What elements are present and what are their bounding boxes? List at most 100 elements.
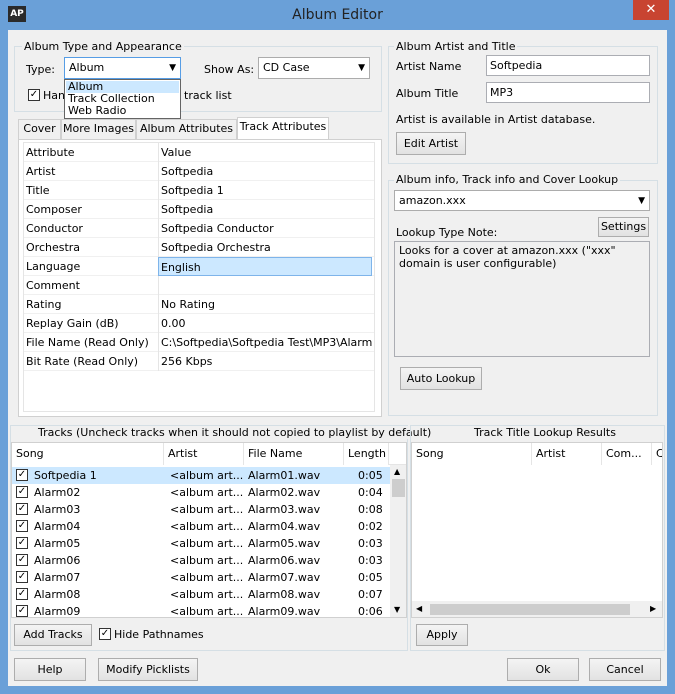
attribute-value[interactable]: Softpedia Conductor: [158, 219, 372, 238]
attribute-value[interactable]: [158, 276, 372, 295]
col-file-name[interactable]: File Name: [244, 443, 344, 465]
track-checkbox[interactable]: ✓: [16, 503, 28, 515]
track-length: 0:07: [358, 588, 383, 601]
track-checkbox[interactable]: ✓: [16, 520, 28, 532]
dropdown-option-web-radio[interactable]: Web Radio: [66, 105, 179, 117]
track-artist: <album art...: [170, 571, 244, 584]
attribute-value[interactable]: 256 Kbps: [158, 352, 372, 371]
type-dropdown-list: Album Track Collection Web Radio: [64, 79, 181, 119]
track-file: Alarm07.wav: [248, 571, 321, 584]
show-as-select[interactable]: CD Case ▼: [258, 57, 370, 79]
modify-picklists-button[interactable]: Modify Picklists: [98, 658, 198, 681]
attribute-row[interactable]: Bit Rate (Read Only) 256 Kbps: [24, 352, 374, 371]
track-length: 0:08: [358, 503, 383, 516]
track-row[interactable]: ✓ Alarm05 <album art... Alarm05.wav 0:03: [12, 535, 392, 552]
auto-lookup-button[interactable]: Auto Lookup: [400, 367, 482, 390]
title-bar[interactable]: AP Album Editor ✕: [0, 0, 675, 30]
scroll-thumb[interactable]: [430, 604, 630, 615]
attribute-value[interactable]: Softpedia: [158, 162, 372, 181]
tab-cover[interactable]: Cover: [18, 119, 61, 139]
attribute-row[interactable]: Composer Softpedia: [24, 200, 374, 219]
track-length: 0:05: [358, 571, 383, 584]
track-file: Alarm04.wav: [248, 520, 321, 533]
scroll-thumb[interactable]: [392, 479, 405, 497]
track-length: 0:04: [358, 486, 383, 499]
tab-more-images[interactable]: More Images: [61, 119, 136, 139]
edit-artist-button[interactable]: Edit Artist: [396, 132, 466, 155]
track-file: Alarm01.wav: [248, 469, 321, 482]
attribute-row[interactable]: Conductor Softpedia Conductor: [24, 219, 374, 238]
attribute-row-selected[interactable]: Language English: [24, 257, 374, 276]
track-length: 0:02: [358, 520, 383, 533]
attribute-value[interactable]: Softpedia: [158, 200, 372, 219]
album-title-input[interactable]: MP3: [486, 82, 650, 103]
track-row[interactable]: ✓ Alarm02 <album art... Alarm02.wav 0:04: [12, 484, 392, 501]
help-button[interactable]: Help: [14, 658, 86, 681]
track-checkbox[interactable]: ✓: [16, 571, 28, 583]
col-length[interactable]: Length: [344, 443, 389, 465]
track-row[interactable]: ✓ Alarm03 <album art... Alarm03.wav 0:08: [12, 501, 392, 518]
close-icon[interactable]: ✕: [633, 0, 669, 20]
attribute-value[interactable]: C:\Softpedia\Softpedia Test\MP3\Alarm01.…: [158, 333, 372, 352]
attribute-value[interactable]: Softpedia Orchestra: [158, 238, 372, 257]
settings-button[interactable]: Settings: [598, 217, 649, 237]
track-artist: <album art...: [170, 588, 244, 601]
col-artist[interactable]: Artist: [532, 443, 602, 465]
tracks-group-label: Tracks (Uncheck tracks when it should no…: [36, 426, 434, 439]
hand-checkbox[interactable]: ✓: [28, 89, 40, 101]
scroll-down-icon[interactable]: ▼: [394, 605, 400, 614]
track-checkbox[interactable]: ✓: [16, 554, 28, 566]
type-select[interactable]: Album ▼: [64, 57, 181, 79]
attribute-row[interactable]: Rating No Rating: [24, 295, 374, 314]
attribute-value[interactable]: English: [158, 257, 372, 276]
col-c[interactable]: C: [652, 443, 662, 465]
scroll-left-icon[interactable]: ◀: [416, 604, 422, 613]
attribute-value[interactable]: No Rating: [158, 295, 372, 314]
track-checkbox[interactable]: ✓: [16, 537, 28, 549]
tab-track-attributes[interactable]: Track Attributes: [237, 117, 329, 139]
track-length: 0:03: [358, 537, 383, 550]
attribute-row[interactable]: Orchestra Softpedia Orchestra: [24, 238, 374, 257]
cancel-button[interactable]: Cancel: [589, 658, 661, 681]
col-comment[interactable]: Com...: [602, 443, 652, 465]
track-row[interactable]: ✓ Alarm04 <album art... Alarm04.wav 0:02: [12, 518, 392, 535]
attribute-value[interactable]: 0.00: [158, 314, 372, 333]
track-row[interactable]: ✓ Softpedia 1 <album art... Alarm01.wav 0:05: [12, 467, 392, 484]
lookup-results-hscrollbar[interactable]: ◀ ▶: [412, 601, 662, 617]
attribute-row[interactable]: Title Softpedia 1: [24, 181, 374, 200]
attribute-row[interactable]: Comment: [24, 276, 374, 295]
track-row[interactable]: ✓ Alarm09 <album art... Alarm09.wav 0:06: [12, 603, 392, 618]
ok-button[interactable]: Ok: [507, 658, 579, 681]
attribute-name: Title: [26, 184, 50, 197]
attribute-value[interactable]: Softpedia 1: [158, 181, 372, 200]
lookup-results-header: Song Artist Com... C: [412, 443, 662, 465]
col-song[interactable]: Song: [412, 443, 532, 465]
track-checkbox[interactable]: ✓: [16, 486, 28, 498]
client-area: Album Type and Appearance Type: Album ▼ …: [8, 30, 667, 686]
track-row[interactable]: ✓ Alarm06 <album art... Alarm06.wav 0:03: [12, 552, 392, 569]
track-checkbox[interactable]: ✓: [16, 469, 28, 481]
hide-pathnames-checkbox[interactable]: ✓: [99, 628, 111, 640]
attribute-name: Language: [26, 260, 81, 273]
track-checkbox[interactable]: ✓: [16, 588, 28, 600]
attribute-row[interactable]: Replay Gain (dB) 0.00: [24, 314, 374, 333]
scroll-up-icon[interactable]: ▲: [394, 467, 400, 476]
artist-name-input[interactable]: Softpedia: [486, 55, 650, 76]
track-checkbox[interactable]: ✓: [16, 605, 28, 617]
track-song: Alarm09: [34, 605, 81, 618]
attribute-row[interactable]: File Name (Read Only) C:\Softpedia\Softpe…: [24, 333, 374, 352]
attribute-row[interactable]: Artist Softpedia: [24, 162, 374, 181]
add-tracks-button[interactable]: Add Tracks: [14, 624, 92, 646]
lookup-source-select[interactable]: amazon.xxx ▼: [394, 190, 650, 211]
tracks-scrollbar[interactable]: ▲ ▼: [390, 465, 406, 617]
col-artist[interactable]: Artist: [164, 443, 244, 465]
track-row[interactable]: ✓ Alarm07 <album art... Alarm07.wav 0:05: [12, 569, 392, 586]
track-song: Alarm08: [34, 588, 81, 601]
apply-button[interactable]: Apply: [416, 624, 468, 646]
attribute-name: Replay Gain (dB): [26, 317, 119, 330]
track-row[interactable]: ✓ Alarm08 <album art... Alarm08.wav 0:07: [12, 586, 392, 603]
scroll-right-icon[interactable]: ▶: [650, 604, 656, 613]
col-song[interactable]: Song: [12, 443, 164, 465]
album-type-group-label: Album Type and Appearance: [22, 40, 184, 53]
tab-album-attributes[interactable]: Album Attributes: [136, 119, 237, 139]
